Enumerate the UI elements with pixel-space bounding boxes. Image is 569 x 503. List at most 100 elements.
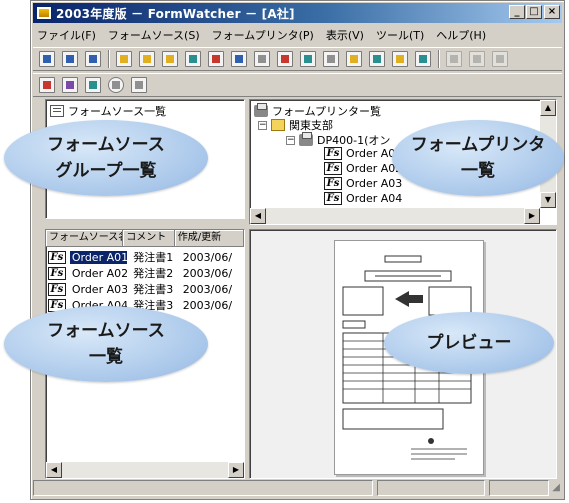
form-copy-icon[interactable] [139,51,155,67]
save-icon[interactable] [85,51,101,67]
scroll-up-button[interactable]: ▲ [540,100,556,116]
tree-form-node[interactable]: Fs Order A01 [324,147,402,160]
tree-form-node[interactable]: Fs Order A04 [324,192,402,205]
folder-icon [271,119,285,131]
scroll-down-button[interactable]: ▼ [540,192,556,208]
callout-form-list-line1: フォームソース [47,321,165,341]
scroll-left-button[interactable]: ◀ [46,462,62,478]
form-add-icon[interactable] [162,51,178,67]
tree-form-node[interactable]: Fs Order A02 [324,162,402,175]
status-bar: ◢ [33,479,562,497]
form-name-cell: Order A03 [71,282,128,296]
printer-tree-hscroll[interactable]: ◀ ▶ [250,208,540,224]
list-icon [50,105,64,117]
cut-icon[interactable] [323,51,339,67]
callout-form-list-line2: 一覧 [89,347,123,367]
stop-icon[interactable] [108,77,124,93]
status-segment-right [489,480,549,496]
form-name-cell: Order A01 [69,250,128,264]
callout-printer-line1: フォームプリンタ [410,135,546,155]
form-list-row[interactable]: Fs Order A01 発注書1 2003/06/ [46,249,244,265]
disabled-share-icon [492,51,508,67]
title-bar[interactable]: 2003年度版 － FormWatcher － [A社] _ □ × [33,3,562,23]
form-new-icon[interactable] [39,51,55,67]
paste-icon[interactable] [369,51,385,67]
toolbar-separator [438,50,440,68]
tree-form-node[interactable]: Fs Order A03 [324,177,402,190]
status-segment-main [33,480,373,496]
printer-icon [254,103,268,117]
column-header-date[interactable]: 作成/更新 [174,230,244,247]
disabled-print-icon [446,51,462,67]
form-date-cell: 2003/06/ [182,250,233,264]
menu-form-printer[interactable]: フォームプリンタ(P) [212,27,314,43]
tree-group-node[interactable]: − 関東支部 [258,117,333,133]
callout-preview-label: プレビュー [426,333,512,353]
minimize-button[interactable]: _ [509,5,525,19]
column-header-name[interactable]: フォームソース名 [46,230,124,247]
copy-icon[interactable] [346,51,362,67]
form-source-icon: Fs [324,147,342,160]
menu-help[interactable]: ヘルプ(H) [436,27,486,43]
callout-printer-line2: 一覧 [461,161,495,181]
export-icon[interactable] [415,51,431,67]
form-list-row[interactable]: Fs Order A03 発注書3 2003/06/ [46,281,244,297]
tree-form-label: Order A04 [346,192,403,205]
main-toolbar [33,47,562,71]
form-delete-icon[interactable] [208,51,224,67]
scroll-right-button[interactable]: ▶ [228,462,244,478]
menu-tools[interactable]: ツール(T) [376,27,424,43]
callout-preview: プレビュー [384,312,554,374]
preview-icon[interactable] [231,51,247,67]
scroll-right-button[interactable]: ▶ [524,208,540,224]
printer-refresh-icon[interactable] [62,77,78,93]
form-source-icon: Fs [48,250,66,264]
printer-setting-icon[interactable] [85,77,101,93]
tree-printer-node[interactable]: − DP400-1(オン [286,132,390,148]
form-list-hscroll[interactable]: ◀ ▶ [46,462,244,478]
scroll-left-button[interactable]: ◀ [250,208,266,224]
form-source-icon: Fs [48,282,66,296]
menu-file[interactable]: ファイル(F) [37,27,96,43]
callout-source-group-line2: グループ一覧 [55,161,157,181]
log-icon[interactable] [131,77,147,93]
open-folder-icon[interactable] [392,51,408,67]
form-open-icon[interactable] [62,51,78,67]
printer-copy-icon[interactable] [254,51,270,67]
maximize-button[interactable]: □ [526,5,542,19]
form-comment-cell: 発注書3 [133,283,174,296]
collapse-icon[interactable]: − [258,120,267,130]
app-icon[interactable] [36,6,52,20]
form-comment-cell: 発注書1 [133,251,174,264]
printer-toolbar [33,73,562,97]
form-comment-cell: 発注書2 [133,267,174,280]
menu-form-source[interactable]: フォームソース(S) [108,27,200,43]
form-source-icon: Fs [48,266,66,280]
printer-add-icon[interactable] [39,77,55,93]
callout-source-group-line1: フォームソース [47,135,165,155]
form-list-header: フォームソース名 コメント 作成/更新 [46,230,244,247]
form-source-icon: Fs [324,162,342,175]
status-segment-middle [377,480,485,496]
close-button[interactable]: × [544,5,560,19]
tree-group-label: 関東支部 [289,119,333,132]
toolbar-separator [108,50,110,68]
form-date-cell: 2003/06/ [182,266,233,280]
menu-view[interactable]: 表示(V) [326,27,364,43]
form-group-icon[interactable] [185,51,201,67]
properties-icon[interactable] [300,51,316,67]
form-list-row[interactable]: Fs Order A02 発注書2 2003/06/ [46,265,244,281]
form-date-cell: 2003/06/ [182,298,233,312]
menu-bar: ファイル(F) フォームソース(S) フォームプリンタ(P) 表示(V) ツール… [33,25,562,45]
source-group-root[interactable]: フォームソース一覧 [50,103,166,119]
form-source-icon: Fs [324,177,342,190]
printer-send-icon[interactable] [277,51,293,67]
collapse-icon[interactable]: − [286,135,295,145]
resize-grip-icon[interactable]: ◢ [552,482,560,493]
column-header-comment[interactable]: コメント [123,230,175,247]
printer-icon [299,132,313,146]
form-name-cell: Order A02 [71,266,128,280]
tree-form-label: Order A03 [346,177,403,190]
app-window: 2003年度版 － FormWatcher － [A社] _ □ × ファイル(… [30,0,565,500]
form-edit-icon[interactable] [116,51,132,67]
